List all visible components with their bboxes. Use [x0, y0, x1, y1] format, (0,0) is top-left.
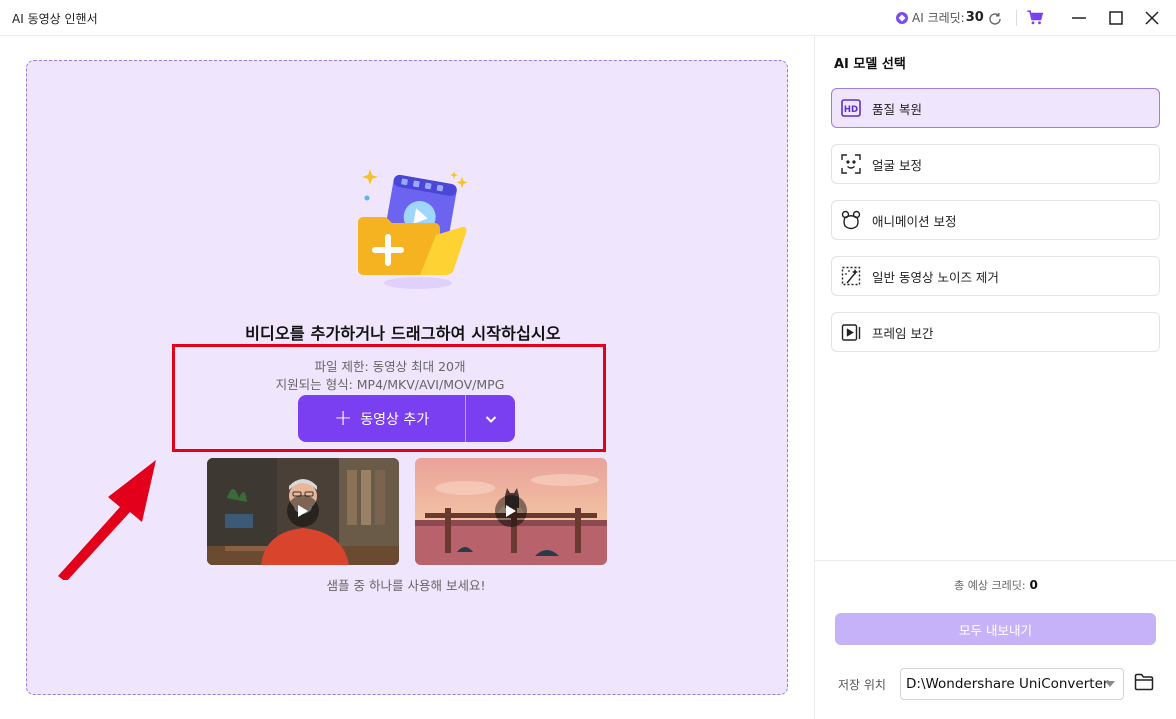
face-scan-icon — [841, 154, 861, 174]
model-frame-interpolation[interactable]: 프레임 보간 — [831, 312, 1160, 352]
highlight-annotation-box — [172, 344, 606, 452]
model-denoise[interactable]: 일반 동영상 노이즈 제거 — [831, 256, 1160, 296]
save-path-value: D:\Wondershare UniConverter — [906, 676, 1109, 692]
maximize-button[interactable] — [1107, 9, 1125, 27]
sample-video-presenter[interactable] — [207, 458, 399, 565]
model-panel: AI 모델 선택 HD 품질 복원 얼굴 보정 애니메이션 보정 일반 동영상 … — [814, 36, 1176, 719]
model-animation-enhance[interactable]: 애니메이션 보정 — [831, 200, 1160, 240]
close-button[interactable] — [1143, 9, 1161, 27]
play-icon — [287, 495, 319, 527]
export-all-button[interactable]: 모두 내보내기 — [835, 613, 1156, 645]
bear-icon — [841, 210, 861, 230]
total-credit-label: 총 예상 크레딧: — [954, 579, 1026, 592]
caret-down-icon — [1105, 681, 1115, 687]
model-label: 품질 복원 — [872, 101, 922, 117]
ai-credit-display[interactable]: AI 크레딧: 30 — [896, 9, 984, 26]
sample-video-animation[interactable] — [415, 458, 607, 565]
folder-icon[interactable] — [1134, 673, 1154, 695]
model-label: 애니메이션 보정 — [872, 213, 957, 229]
model-face-enhance[interactable]: 얼굴 보정 — [831, 144, 1160, 184]
panel-divider — [815, 560, 1176, 561]
credit-coin-icon — [896, 11, 908, 24]
sample-hint-text: 샘플 중 하나를 사용해 보세요! — [326, 578, 486, 593]
play-icon — [495, 495, 527, 527]
credit-label: AI 크레딧: — [912, 11, 965, 25]
save-location-label: 저장 위치 — [838, 678, 886, 692]
add-video-folder-illustration — [358, 169, 468, 289]
denoise-icon — [841, 266, 861, 286]
model-label: 프레임 보간 — [872, 325, 934, 341]
total-credit: 총 예상 크레딧: 0 — [815, 577, 1176, 593]
frame-play-icon — [841, 322, 861, 342]
titlebar-divider — [1016, 10, 1017, 26]
hd-icon: HD — [841, 98, 861, 118]
panel-title: AI 모델 선택 — [834, 57, 906, 72]
model-label: 일반 동영상 노이즈 제거 — [872, 269, 999, 285]
svg-text:HD: HD — [844, 105, 858, 115]
red-arrow-annotation — [58, 460, 156, 580]
title-bar: AI 동영상 인핸서 AI 크레딧: 30 — [0, 0, 1176, 36]
refresh-icon[interactable] — [988, 11, 1002, 30]
credit-value: 30 — [965, 10, 984, 25]
drop-zone-title: 비디오를 추가하거나 드래그하여 시작하십시오 — [245, 324, 561, 343]
model-quality-restore[interactable]: HD 품질 복원 — [831, 88, 1160, 128]
cart-icon[interactable] — [1027, 10, 1044, 29]
model-label: 얼굴 보정 — [872, 157, 922, 173]
minimize-button[interactable] — [1070, 9, 1088, 27]
app-title: AI 동영상 인핸서 — [12, 12, 98, 26]
total-credit-value: 0 — [1029, 578, 1038, 592]
save-location-select[interactable]: D:\Wondershare UniConverter — [900, 668, 1124, 700]
